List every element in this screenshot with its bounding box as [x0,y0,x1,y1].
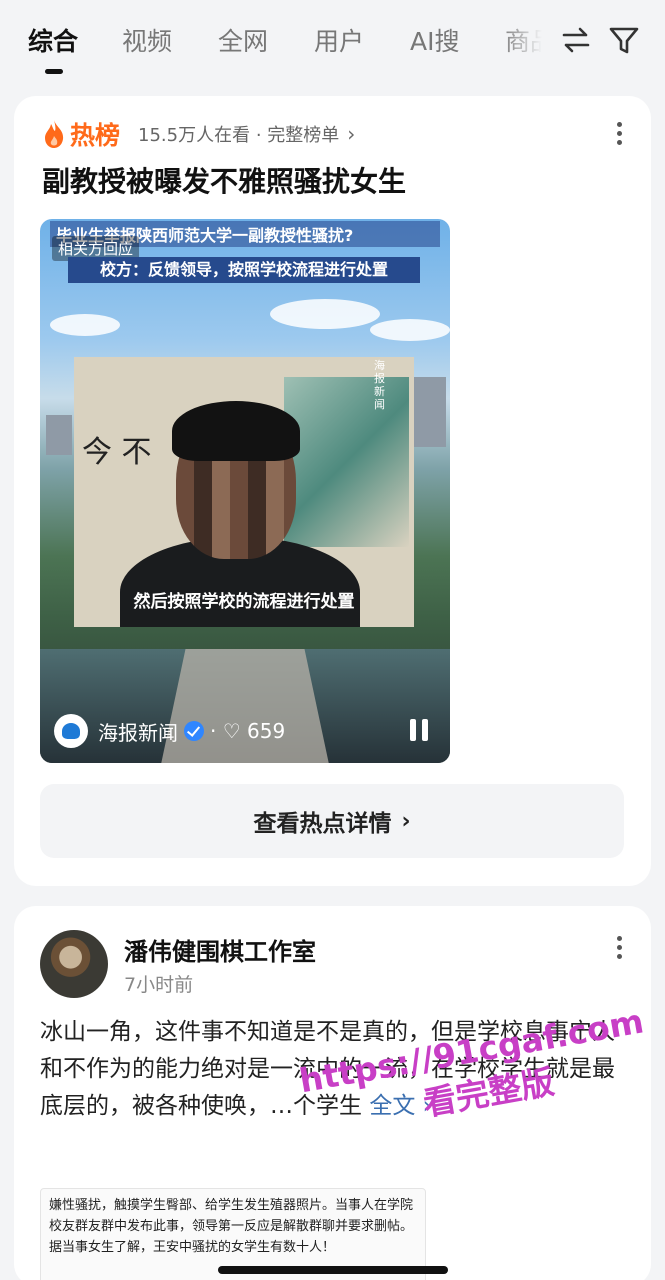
author-avatar[interactable] [40,930,108,998]
video-subtitle: 然后按照学校的流程进行处置 [133,592,355,612]
cloud [270,299,380,329]
building [412,377,446,447]
chevron-right-icon: › [401,808,411,834]
view-hot-details-label: 查看热点详情 [253,811,392,837]
hot-topic-card: 热榜 15.5万人在看 · 完整榜单 › 副教授被曝发不雅照骚扰女生 毕业生举报… [14,96,651,886]
chevron-right-icon: › [347,122,356,146]
hot-topic-headline[interactable]: 副教授被曝发不雅照骚扰女生 [42,160,406,200]
active-tab-indicator [45,69,63,74]
more-options-icon[interactable] [617,122,623,148]
video-player[interactable]: 毕业生举报陕西师范大学一副教授性骚扰? 相关方回应 校方：反馈领导，按照学校流程… [40,219,450,763]
author-name[interactable]: 潘伟健围棋工作室 [124,932,316,967]
video-footer: 海报新闻 · ♡ 659 [54,711,285,751]
landscape-painting [284,377,409,547]
cloud [50,314,120,336]
post-time: 7小时前 [124,974,194,996]
video-banner: 校方：反馈领导，按照学校流程进行处置 [68,257,420,283]
tab-web[interactable]: 全网 [218,22,268,58]
verified-icon [184,721,204,741]
search-tab-bar: 综合 视频 全网 用户 AI搜 商品 [0,0,665,88]
source-logo-icon[interactable] [54,714,88,748]
pause-icon[interactable] [410,719,428,741]
building [46,415,72,455]
filter-icon[interactable] [606,22,642,58]
tab-fade [500,16,560,60]
tab-video[interactable]: 视频 [122,22,172,58]
more-options-icon[interactable] [617,936,623,962]
tab-ai-search[interactable]: AI搜 [410,22,459,58]
cloud [370,319,450,341]
home-indicator [218,1266,448,1274]
hot-list-row[interactable]: 热榜 15.5万人在看 · 完整榜单 › [42,116,355,152]
hot-list-meta: 15.5万人在看 · 完整榜单 [138,125,340,146]
calligraphy: 今 不 [82,435,152,470]
person-hair [172,401,300,461]
view-hot-details-button[interactable]: 查看热点详情 › [40,784,624,858]
inset-watermark: 海报新闻 [374,359,385,411]
switch-icon[interactable] [558,22,594,58]
like-count[interactable]: · ♡ 659 [210,719,285,743]
flame-icon [45,120,64,148]
video-inset-frame: 今 不 海报新闻 然后按照学校的流程进行处置 [74,357,414,627]
video-source-name[interactable]: 海报新闻 [98,717,178,746]
quoted-text: 嫌性骚扰，触摸学生臀部、给学生发生殖器照片。当事人在学院校友群友群中发布此事，领… [49,1198,414,1255]
tab-comprehensive[interactable]: 综合 [28,22,78,58]
hot-list-label: 热榜 [70,121,121,150]
tab-users[interactable]: 用户 [314,22,364,58]
